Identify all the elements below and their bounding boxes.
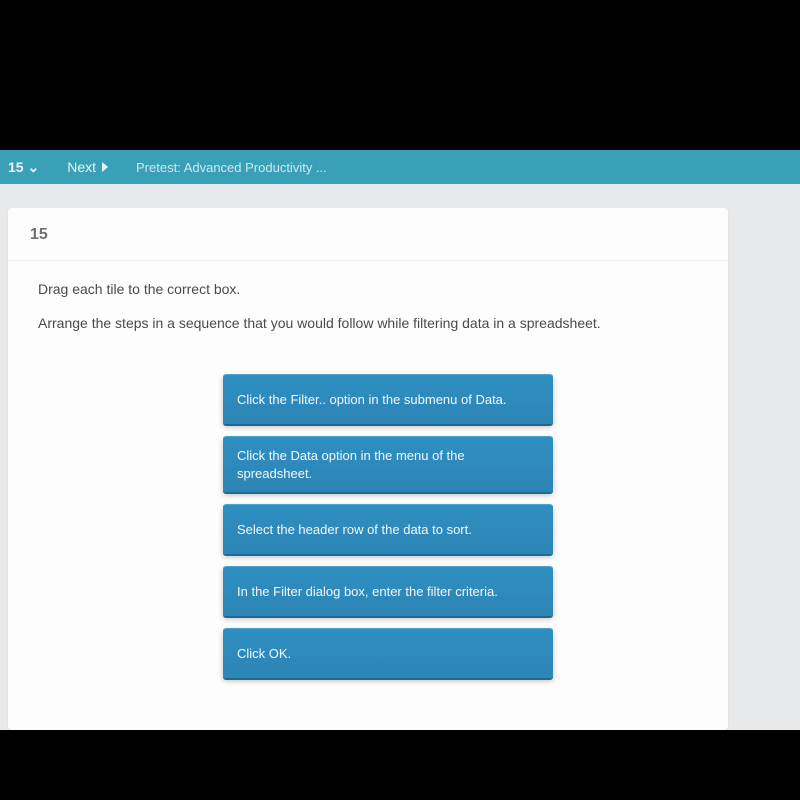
drag-tile[interactable]: Click the Data option in the menu of the…	[223, 436, 553, 492]
assessment-title: Pretest: Advanced Productivity ...	[136, 160, 327, 175]
question-instruction: Drag each tile to the correct box.	[38, 279, 698, 301]
question-body: Drag each tile to the correct box. Arran…	[8, 261, 728, 708]
letterbox-bottom	[0, 730, 800, 800]
drag-tile[interactable]: Click the Filter.. option in the submenu…	[223, 374, 553, 424]
drag-tile[interactable]: Select the header row of the data to sor…	[223, 504, 553, 554]
question-card: 15 Drag each tile to the correct box. Ar…	[8, 208, 728, 730]
question-prompt: Arrange the steps in a sequence that you…	[38, 313, 698, 335]
nav-bar: 15 ⌄ Next Pretest: Advanced Productivity…	[0, 150, 800, 184]
chevron-right-icon	[102, 162, 108, 172]
drag-tile[interactable]: Click OK.	[223, 628, 553, 678]
next-label: Next	[67, 159, 96, 175]
question-number: 15	[8, 208, 728, 261]
next-button[interactable]: Next	[67, 159, 108, 175]
letterbox-top	[0, 0, 800, 150]
page-area: 15 Drag each tile to the correct box. Ar…	[0, 184, 800, 730]
question-counter[interactable]: 15 ⌄	[8, 159, 39, 176]
tile-list: Click the Filter.. option in the submenu…	[38, 374, 698, 678]
drag-tile[interactable]: In the Filter dialog box, enter the filt…	[223, 566, 553, 616]
